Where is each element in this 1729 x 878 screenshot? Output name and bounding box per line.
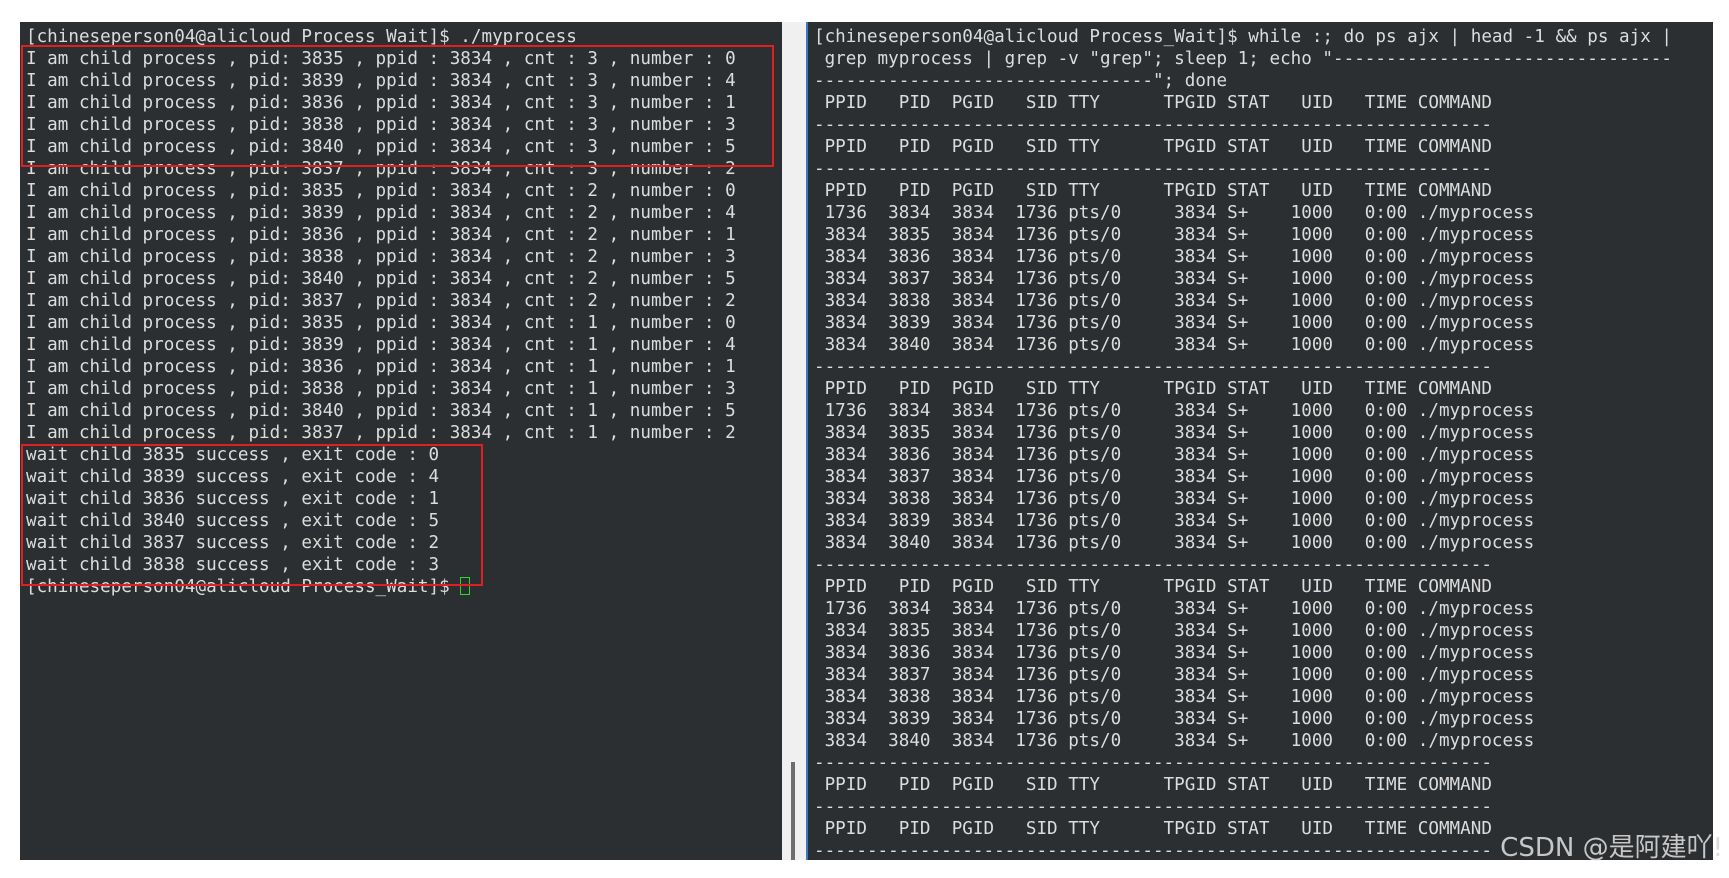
terminal-output-line: I am child process , pid: 3839 , ppid : … — [26, 203, 736, 223]
terminal-output-line: [chineseperson04@alicloud Process_Wait]$… — [814, 27, 1672, 47]
terminal-output-line: 3834 3838 3834 1736 pts/0 3834 S+ 1000 0… — [814, 687, 1535, 707]
terminal-output-line: 3834 3837 3834 1736 pts/0 3834 S+ 1000 0… — [814, 665, 1535, 685]
terminal-output-line: --------------------------------"; done — [814, 71, 1228, 91]
terminal-output-line: 3834 3839 3834 1736 pts/0 3834 S+ 1000 0… — [814, 511, 1535, 531]
left-terminal-output: [chineseperson04@alicloud Process_Wait]$… — [26, 26, 782, 576]
terminal-output-line: I am child process , pid: 3840 , ppid : … — [26, 137, 736, 157]
csdn-watermark: CSDN @是阿建吖! — [1500, 833, 1723, 863]
terminal-output-line: wait child 3836 success , exit code : 1 — [26, 489, 440, 509]
terminal-output-line: 3834 3840 3834 1736 pts/0 3834 S+ 1000 0… — [814, 335, 1535, 355]
terminal-output-line: I am child process , pid: 3840 , ppid : … — [26, 269, 736, 289]
terminal-output-line: PPID PID PGID SID TTY TPGID STAT UID TIM… — [814, 577, 1492, 597]
terminal-output-line: ----------------------------------------… — [814, 357, 1492, 377]
terminal-output-line: 3834 3836 3834 1736 pts/0 3834 S+ 1000 0… — [814, 445, 1535, 465]
terminal-output-line: 3834 3840 3834 1736 pts/0 3834 S+ 1000 0… — [814, 533, 1535, 553]
terminal-output-line: 1736 3834 3834 1736 pts/0 3834 S+ 1000 0… — [814, 401, 1535, 421]
terminal-output-line: I am child process , pid: 3837 , ppid : … — [26, 291, 736, 311]
scrollbar-thumb[interactable] — [791, 762, 795, 860]
terminal-output-line: 3834 3835 3834 1736 pts/0 3834 S+ 1000 0… — [814, 225, 1535, 245]
terminal-output-line: 3834 3836 3834 1736 pts/0 3834 S+ 1000 0… — [814, 247, 1535, 267]
terminal-output-line: I am child process , pid: 3840 , ppid : … — [26, 401, 736, 421]
terminal-output-line: 1736 3834 3834 1736 pts/0 3834 S+ 1000 0… — [814, 203, 1535, 223]
terminal-output-line: I am child process , pid: 3835 , ppid : … — [26, 313, 736, 333]
terminal-output-line: I am child process , pid: 3836 , ppid : … — [26, 357, 736, 377]
terminal-output-line: ----------------------------------------… — [814, 115, 1492, 135]
terminal-output-line: PPID PID PGID SID TTY TPGID STAT UID TIM… — [814, 181, 1492, 201]
terminal-output-line: I am child process , pid: 3838 , ppid : … — [26, 379, 736, 399]
terminal-output-line: 3834 3839 3834 1736 pts/0 3834 S+ 1000 0… — [814, 709, 1535, 729]
text-cursor — [460, 577, 471, 595]
terminal-output-line: grep myprocess | grep -v "grep"; sleep 1… — [814, 49, 1672, 69]
pane-splitter[interactable] — [782, 22, 808, 860]
terminal-output-line: I am child process , pid: 3839 , ppid : … — [26, 335, 736, 355]
left-terminal[interactable]: [chineseperson04@alicloud Process_Wait]$… — [20, 22, 782, 860]
right-terminal[interactable]: [chineseperson04@alicloud Process_Wait]$… — [808, 22, 1713, 860]
terminal-output-line: 3834 3838 3834 1736 pts/0 3834 S+ 1000 0… — [814, 291, 1535, 311]
terminal-output-line: I am child process , pid: 3835 , ppid : … — [26, 49, 736, 69]
terminal-output-line: wait child 3838 success , exit code : 3 — [26, 555, 440, 575]
terminal-output-line: [chineseperson04@alicloud Process_Wait]$… — [26, 27, 577, 47]
terminal-output-line: 3834 3835 3834 1736 pts/0 3834 S+ 1000 0… — [814, 423, 1535, 443]
terminal-output-line: wait child 3835 success , exit code : 0 — [26, 445, 440, 465]
terminal-output-line: wait child 3839 success , exit code : 4 — [26, 467, 440, 487]
terminal-output-line: 3834 3838 3834 1736 pts/0 3834 S+ 1000 0… — [814, 489, 1535, 509]
terminal-output-line: 3834 3836 3834 1736 pts/0 3834 S+ 1000 0… — [814, 643, 1535, 663]
terminal-output-line: 3834 3835 3834 1736 pts/0 3834 S+ 1000 0… — [814, 621, 1535, 641]
terminal-output-line: I am child process , pid: 3837 , ppid : … — [26, 159, 736, 179]
terminal-output-line: 3834 3839 3834 1736 pts/0 3834 S+ 1000 0… — [814, 313, 1535, 333]
terminal-output-line: 3834 3840 3834 1736 pts/0 3834 S+ 1000 0… — [814, 731, 1535, 751]
shell-prompt-line[interactable]: [chineseperson04@alicloud Process_Wait]$ — [26, 576, 782, 598]
terminal-output-line: PPID PID PGID SID TTY TPGID STAT UID TIM… — [814, 93, 1492, 113]
terminal-output-line: PPID PID PGID SID TTY TPGID STAT UID TIM… — [814, 775, 1492, 795]
terminal-output-line: I am child process , pid: 3836 , ppid : … — [26, 93, 736, 113]
terminal-output-line: I am child process , pid: 3838 , ppid : … — [26, 115, 736, 135]
terminal-output-line: I am child process , pid: 3838 , ppid : … — [26, 247, 736, 267]
terminal-output-line: ----------------------------------------… — [814, 797, 1492, 817]
terminal-output-line: PPID PID PGID SID TTY TPGID STAT UID TIM… — [814, 137, 1492, 157]
terminal-output-line: wait child 3840 success , exit code : 5 — [26, 511, 440, 531]
terminal-output-line: ----------------------------------------… — [814, 159, 1492, 179]
terminal-output-line: PPID PID PGID SID TTY TPGID STAT UID TIM… — [814, 379, 1492, 399]
shell-prompt: [chineseperson04@alicloud Process_Wait]$ — [26, 577, 461, 597]
terminal-output-line: wait child 3837 success , exit code : 2 — [26, 533, 440, 553]
terminal-output-line: 1736 3834 3834 1736 pts/0 3834 S+ 1000 0… — [814, 599, 1535, 619]
terminal-output-line: ----------------------------------------… — [814, 555, 1492, 575]
terminal-output-line: I am child process , pid: 3839 , ppid : … — [26, 71, 736, 91]
terminal-output-line: ----------------------------------------… — [814, 753, 1492, 773]
terminal-output-line: I am child process , pid: 3836 , ppid : … — [26, 225, 736, 245]
terminal-output-line: 3834 3837 3834 1736 pts/0 3834 S+ 1000 0… — [814, 467, 1535, 487]
terminal-output-line: 3834 3837 3834 1736 pts/0 3834 S+ 1000 0… — [814, 269, 1535, 289]
terminal-output-line: I am child process , pid: 3837 , ppid : … — [26, 423, 736, 443]
right-terminal-output: [chineseperson04@alicloud Process_Wait]$… — [814, 26, 1713, 860]
terminal-output-line: I am child process , pid: 3835 , ppid : … — [26, 181, 736, 201]
